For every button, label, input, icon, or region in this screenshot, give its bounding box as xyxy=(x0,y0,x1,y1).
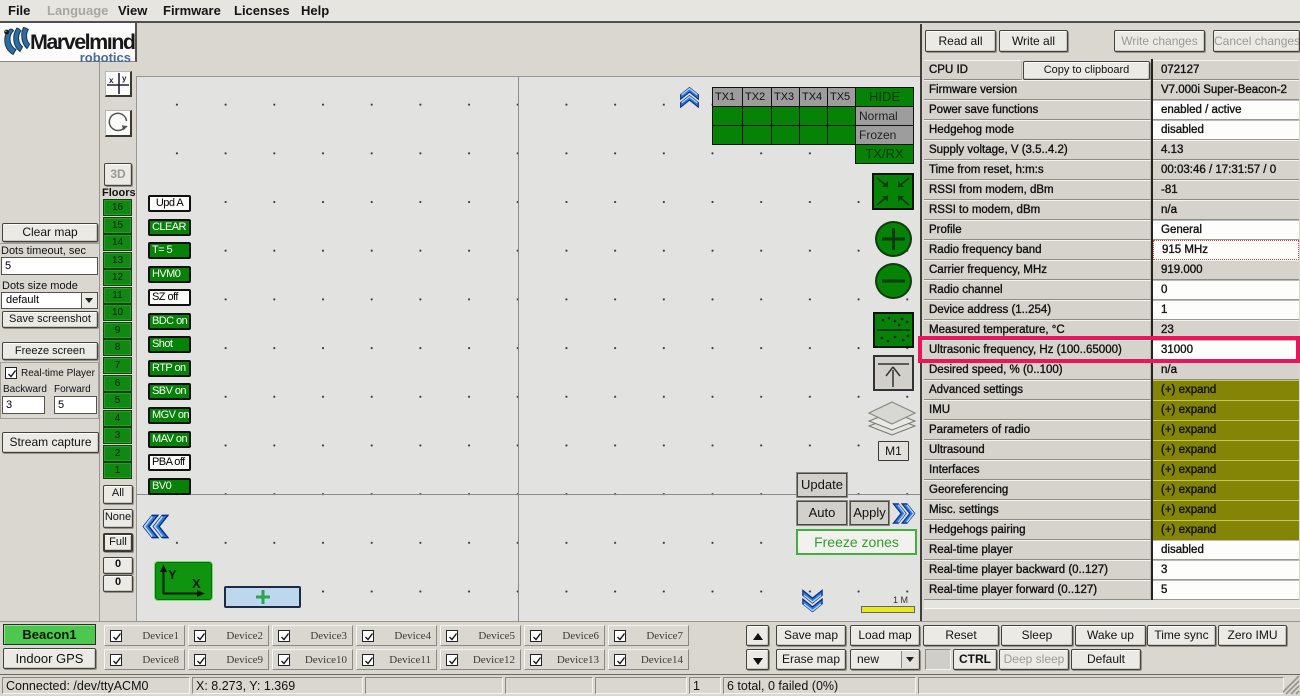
svg-text:Y: Y xyxy=(168,567,177,582)
svg-text:x: x xyxy=(109,76,114,85)
svg-text:X: X xyxy=(192,576,201,591)
svg-text:y: y xyxy=(122,74,127,83)
